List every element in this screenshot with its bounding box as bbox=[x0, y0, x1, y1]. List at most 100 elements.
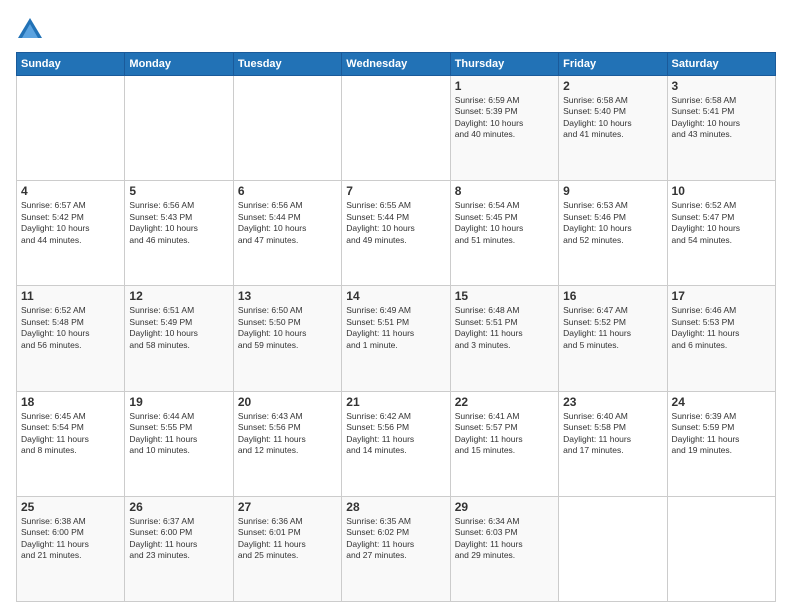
calendar-cell: 2Sunrise: 6:58 AM Sunset: 5:40 PM Daylig… bbox=[559, 76, 667, 181]
week-row-1: 1 Sunrise: 6:59 AM Sunset: 5:39 PM Daylig… bbox=[17, 76, 776, 181]
calendar-cell: 3 Sunrise: 6:58 AM Sunset: 5:41 PM Daylig… bbox=[667, 76, 775, 181]
cell-day-number: 17 bbox=[672, 289, 771, 303]
calendar-cell: 13 Sunrise: 6:50 AM Sunset: 5:50 PM Dayli… bbox=[233, 286, 341, 391]
calendar-cell bbox=[667, 496, 775, 601]
cell-info: Sunrise: 6:42 AM Sunset: 5:56 PM Dayligh… bbox=[346, 411, 445, 457]
cell-day-number: 4 bbox=[21, 184, 120, 198]
calendar-body: 1 Sunrise: 6:59 AM Sunset: 5:39 PM Daylig… bbox=[17, 76, 776, 602]
calendar-cell: 24 Sunrise: 6:39 AM Sunset: 5:59 PM Dayli… bbox=[667, 391, 775, 496]
cell-info: Sunrise: 6:51 AM Sunset: 5:49 PM Dayligh… bbox=[129, 305, 228, 351]
cell-info: Sunrise: 6:50 AM Sunset: 5:50 PM Dayligh… bbox=[238, 305, 337, 351]
cell-info: Sunrise: 6:40 AM Sunset: 5:58 PM Dayligh… bbox=[563, 411, 662, 457]
cell-info: Sunrise: 6:52 AM Sunset: 5:47 PM Dayligh… bbox=[672, 200, 771, 246]
calendar-cell: 26 Sunrise: 6:37 AM Sunset: 6:00 PM Dayli… bbox=[125, 496, 233, 601]
cell-day-number: 11 bbox=[21, 289, 120, 303]
weekday-header-thursday: Thursday bbox=[450, 53, 558, 76]
page: SundayMondayTuesdayWednesdayThursdayFrid… bbox=[0, 0, 792, 612]
cell-info: Sunrise: 6:54 AM Sunset: 5:45 PM Dayligh… bbox=[455, 200, 554, 246]
week-row-4: 18 Sunrise: 6:45 AM Sunset: 5:54 PM Dayli… bbox=[17, 391, 776, 496]
cell-day-number: 15 bbox=[455, 289, 554, 303]
calendar-cell: 14 Sunrise: 6:49 AM Sunset: 5:51 PM Dayli… bbox=[342, 286, 450, 391]
cell-info: Sunrise: 6:41 AM Sunset: 5:57 PM Dayligh… bbox=[455, 411, 554, 457]
calendar-cell: 12 Sunrise: 6:51 AM Sunset: 5:49 PM Dayli… bbox=[125, 286, 233, 391]
cell-day-number: 12 bbox=[129, 289, 228, 303]
calendar-cell: 21 Sunrise: 6:42 AM Sunset: 5:56 PM Dayli… bbox=[342, 391, 450, 496]
calendar-cell: 28 Sunrise: 6:35 AM Sunset: 6:02 PM Dayli… bbox=[342, 496, 450, 601]
cell-info: Sunrise: 6:52 AM Sunset: 5:48 PM Dayligh… bbox=[21, 305, 120, 351]
calendar-cell: 7Sunrise: 6:55 AM Sunset: 5:44 PM Daylig… bbox=[342, 181, 450, 286]
cell-info: Sunrise: 6:59 AM Sunset: 5:39 PM Dayligh… bbox=[455, 95, 554, 141]
cell-day-number: 24 bbox=[672, 395, 771, 409]
cell-info: Sunrise: 6:48 AM Sunset: 5:51 PM Dayligh… bbox=[455, 305, 554, 351]
cell-day-number: 9 bbox=[563, 184, 662, 198]
cell-day-number: 20 bbox=[238, 395, 337, 409]
cell-info: Sunrise: 6:35 AM Sunset: 6:02 PM Dayligh… bbox=[346, 516, 445, 562]
calendar-cell: 15 Sunrise: 6:48 AM Sunset: 5:51 PM Dayli… bbox=[450, 286, 558, 391]
calendar-cell bbox=[559, 496, 667, 601]
calendar-cell: 9 Sunrise: 6:53 AM Sunset: 5:46 PM Daylig… bbox=[559, 181, 667, 286]
weekday-header-friday: Friday bbox=[559, 53, 667, 76]
cell-info: Sunrise: 6:47 AM Sunset: 5:52 PM Dayligh… bbox=[563, 305, 662, 351]
cell-day-number: 21 bbox=[346, 395, 445, 409]
cell-info: Sunrise: 6:55 AM Sunset: 5:44 PM Dayligh… bbox=[346, 200, 445, 246]
cell-day-number: 27 bbox=[238, 500, 337, 514]
week-row-3: 11 Sunrise: 6:52 AM Sunset: 5:48 PM Dayli… bbox=[17, 286, 776, 391]
calendar-cell: 22 Sunrise: 6:41 AM Sunset: 5:57 PM Dayli… bbox=[450, 391, 558, 496]
week-row-5: 25Sunrise: 6:38 AM Sunset: 6:00 PM Dayli… bbox=[17, 496, 776, 601]
cell-day-number: 26 bbox=[129, 500, 228, 514]
cell-day-number: 14 bbox=[346, 289, 445, 303]
cell-day-number: 1 bbox=[455, 79, 554, 93]
cell-day-number: 6 bbox=[238, 184, 337, 198]
cell-day-number: 18 bbox=[21, 395, 120, 409]
calendar-cell: 29Sunrise: 6:34 AM Sunset: 6:03 PM Dayli… bbox=[450, 496, 558, 601]
cell-info: Sunrise: 6:46 AM Sunset: 5:53 PM Dayligh… bbox=[672, 305, 771, 351]
cell-info: Sunrise: 6:36 AM Sunset: 6:01 PM Dayligh… bbox=[238, 516, 337, 562]
cell-day-number: 3 bbox=[672, 79, 771, 93]
cell-day-number: 28 bbox=[346, 500, 445, 514]
calendar-cell: 17 Sunrise: 6:46 AM Sunset: 5:53 PM Dayli… bbox=[667, 286, 775, 391]
weekday-header-sunday: Sunday bbox=[17, 53, 125, 76]
calendar-cell: 25Sunrise: 6:38 AM Sunset: 6:00 PM Dayli… bbox=[17, 496, 125, 601]
week-row-2: 4Sunrise: 6:57 AM Sunset: 5:42 PM Daylig… bbox=[17, 181, 776, 286]
cell-day-number: 2 bbox=[563, 79, 662, 93]
calendar-cell bbox=[233, 76, 341, 181]
calendar-cell: 4Sunrise: 6:57 AM Sunset: 5:42 PM Daylig… bbox=[17, 181, 125, 286]
cell-info: Sunrise: 6:44 AM Sunset: 5:55 PM Dayligh… bbox=[129, 411, 228, 457]
cell-info: Sunrise: 6:34 AM Sunset: 6:03 PM Dayligh… bbox=[455, 516, 554, 562]
cell-info: Sunrise: 6:49 AM Sunset: 5:51 PM Dayligh… bbox=[346, 305, 445, 351]
cell-day-number: 8 bbox=[455, 184, 554, 198]
cell-info: Sunrise: 6:53 AM Sunset: 5:46 PM Dayligh… bbox=[563, 200, 662, 246]
calendar-cell: 5 Sunrise: 6:56 AM Sunset: 5:43 PM Daylig… bbox=[125, 181, 233, 286]
cell-info: Sunrise: 6:58 AM Sunset: 5:41 PM Dayligh… bbox=[672, 95, 771, 141]
calendar-cell: 6Sunrise: 6:56 AM Sunset: 5:44 PM Daylig… bbox=[233, 181, 341, 286]
cell-day-number: 10 bbox=[672, 184, 771, 198]
cell-day-number: 5 bbox=[129, 184, 228, 198]
cell-day-number: 16 bbox=[563, 289, 662, 303]
weekday-row: SundayMondayTuesdayWednesdayThursdayFrid… bbox=[17, 53, 776, 76]
weekday-header-monday: Monday bbox=[125, 53, 233, 76]
logo-icon bbox=[16, 16, 44, 44]
calendar-cell: 18 Sunrise: 6:45 AM Sunset: 5:54 PM Dayli… bbox=[17, 391, 125, 496]
calendar-cell: 10 Sunrise: 6:52 AM Sunset: 5:47 PM Dayli… bbox=[667, 181, 775, 286]
calendar-cell bbox=[342, 76, 450, 181]
logo bbox=[16, 16, 48, 44]
calendar-cell bbox=[17, 76, 125, 181]
cell-day-number: 23 bbox=[563, 395, 662, 409]
weekday-header-saturday: Saturday bbox=[667, 53, 775, 76]
weekday-header-wednesday: Wednesday bbox=[342, 53, 450, 76]
calendar-cell: 8 Sunrise: 6:54 AM Sunset: 5:45 PM Daylig… bbox=[450, 181, 558, 286]
cell-info: Sunrise: 6:39 AM Sunset: 5:59 PM Dayligh… bbox=[672, 411, 771, 457]
header bbox=[16, 16, 776, 44]
cell-day-number: 22 bbox=[455, 395, 554, 409]
calendar-table: SundayMondayTuesdayWednesdayThursdayFrid… bbox=[16, 52, 776, 602]
cell-info: Sunrise: 6:37 AM Sunset: 6:00 PM Dayligh… bbox=[129, 516, 228, 562]
calendar-cell: 11 Sunrise: 6:52 AM Sunset: 5:48 PM Dayli… bbox=[17, 286, 125, 391]
cell-day-number: 13 bbox=[238, 289, 337, 303]
calendar-cell: 20Sunrise: 6:43 AM Sunset: 5:56 PM Dayli… bbox=[233, 391, 341, 496]
weekday-header-tuesday: Tuesday bbox=[233, 53, 341, 76]
calendar-cell: 27 Sunrise: 6:36 AM Sunset: 6:01 PM Dayli… bbox=[233, 496, 341, 601]
cell-info: Sunrise: 6:45 AM Sunset: 5:54 PM Dayligh… bbox=[21, 411, 120, 457]
cell-info: Sunrise: 6:56 AM Sunset: 5:43 PM Dayligh… bbox=[129, 200, 228, 246]
calendar-cell: 19Sunrise: 6:44 AM Sunset: 5:55 PM Dayli… bbox=[125, 391, 233, 496]
cell-info: Sunrise: 6:38 AM Sunset: 6:00 PM Dayligh… bbox=[21, 516, 120, 562]
